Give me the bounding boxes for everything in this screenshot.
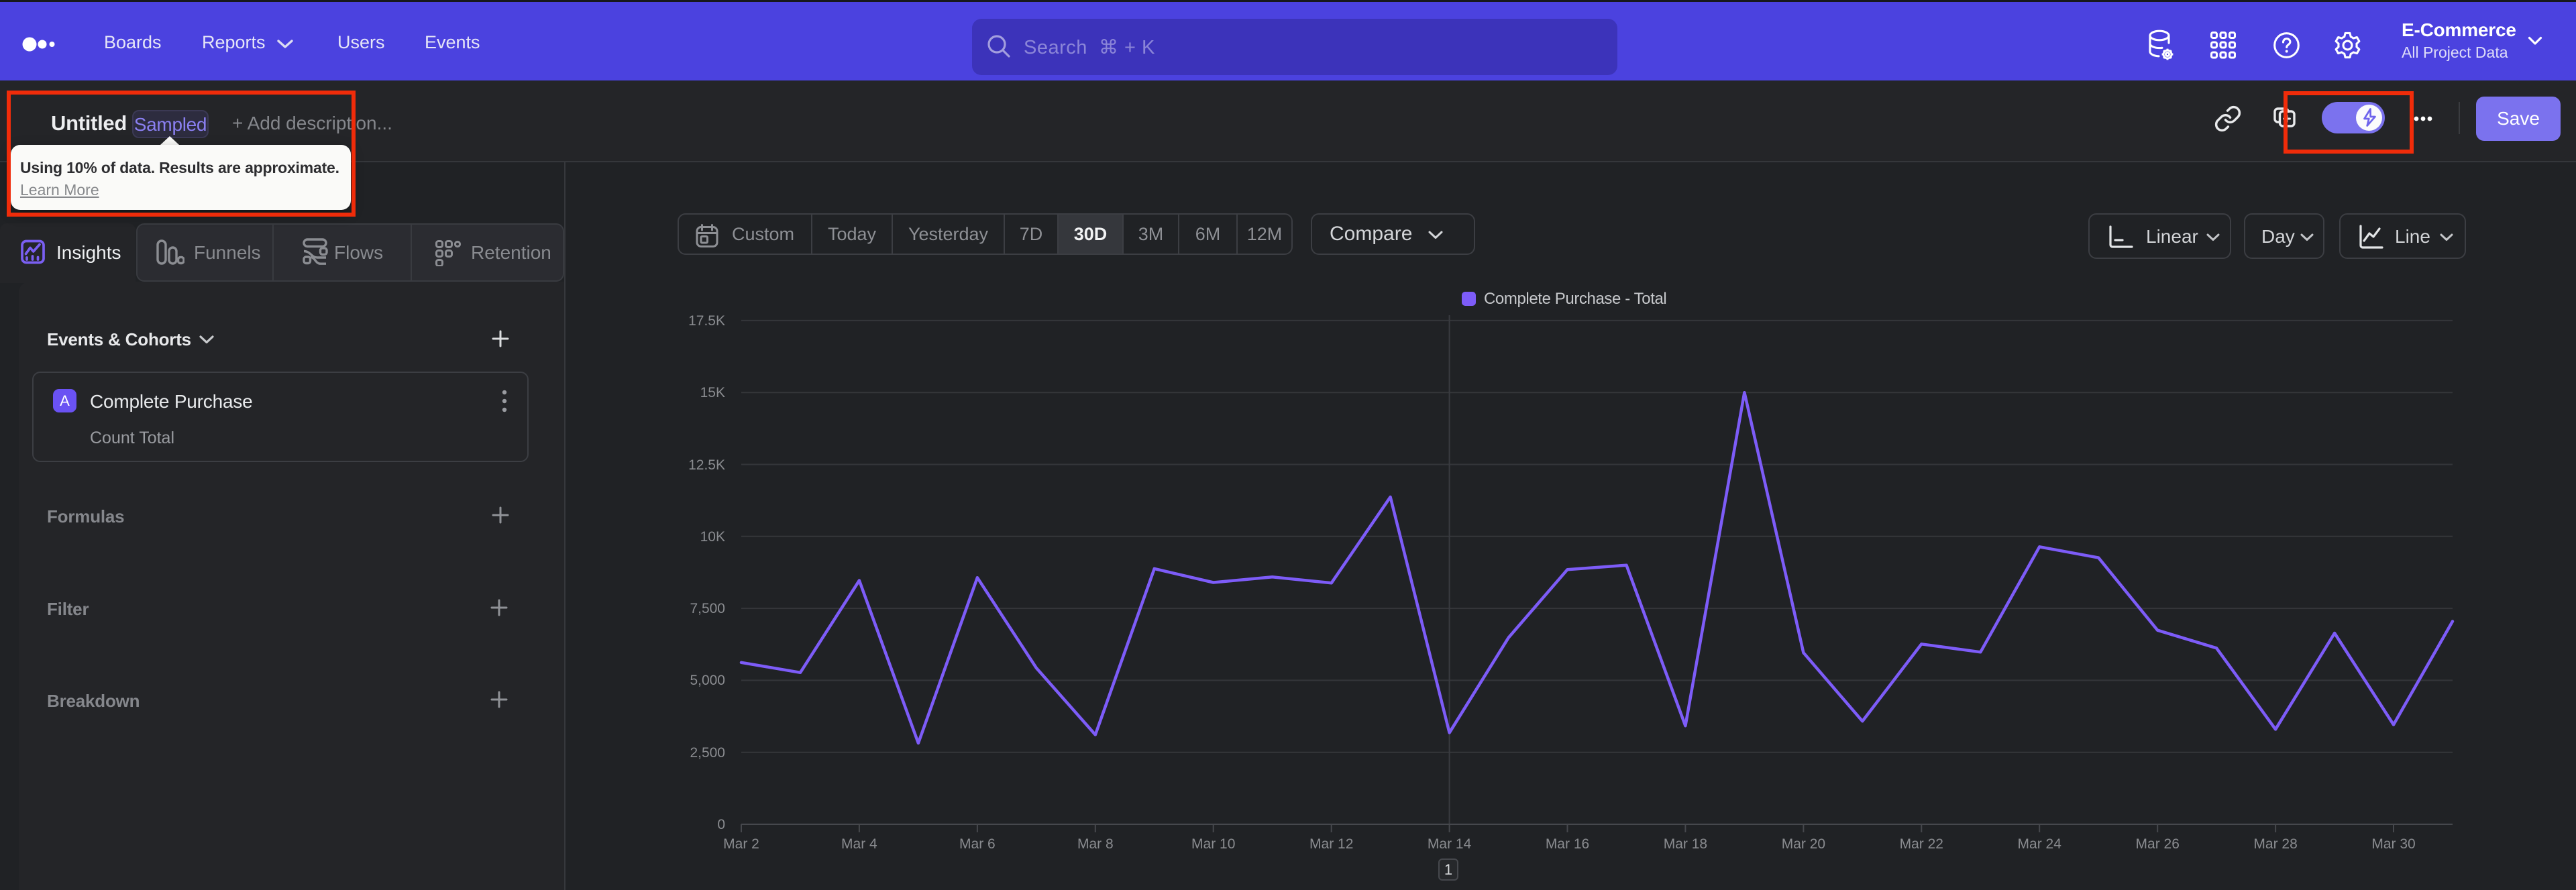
svg-text:Mar 12: Mar 12 (1309, 836, 1353, 852)
svg-text:Mar 30: Mar 30 (2371, 836, 2415, 852)
svg-text:Mar 22: Mar 22 (1900, 836, 1943, 852)
svg-text:10K: 10K (700, 529, 725, 545)
svg-text:Mar 8: Mar 8 (1077, 836, 1114, 852)
svg-text:Mar 10: Mar 10 (1191, 836, 1235, 852)
svg-text:7,500: 7,500 (690, 601, 725, 616)
svg-text:2,500: 2,500 (690, 745, 725, 761)
svg-text:Mar 16: Mar 16 (1546, 836, 1589, 852)
svg-text:Mar 28: Mar 28 (2253, 836, 2297, 852)
svg-text:5,000: 5,000 (690, 673, 725, 688)
svg-text:12.5K: 12.5K (688, 457, 725, 473)
svg-text:0: 0 (717, 817, 725, 832)
svg-text:Mar 20: Mar 20 (1782, 836, 1825, 852)
svg-text:Mar 14: Mar 14 (1428, 836, 1472, 852)
svg-text:Mar 6: Mar 6 (959, 836, 996, 852)
svg-text:Mar 26: Mar 26 (2136, 836, 2180, 852)
svg-text:Mar 2: Mar 2 (723, 836, 759, 852)
svg-text:Mar 4: Mar 4 (841, 836, 877, 852)
svg-text:Mar 18: Mar 18 (1664, 836, 1707, 852)
svg-text:17.5K: 17.5K (688, 313, 725, 329)
svg-text:Mar 24: Mar 24 (2018, 836, 2062, 852)
svg-text:15K: 15K (700, 385, 725, 400)
